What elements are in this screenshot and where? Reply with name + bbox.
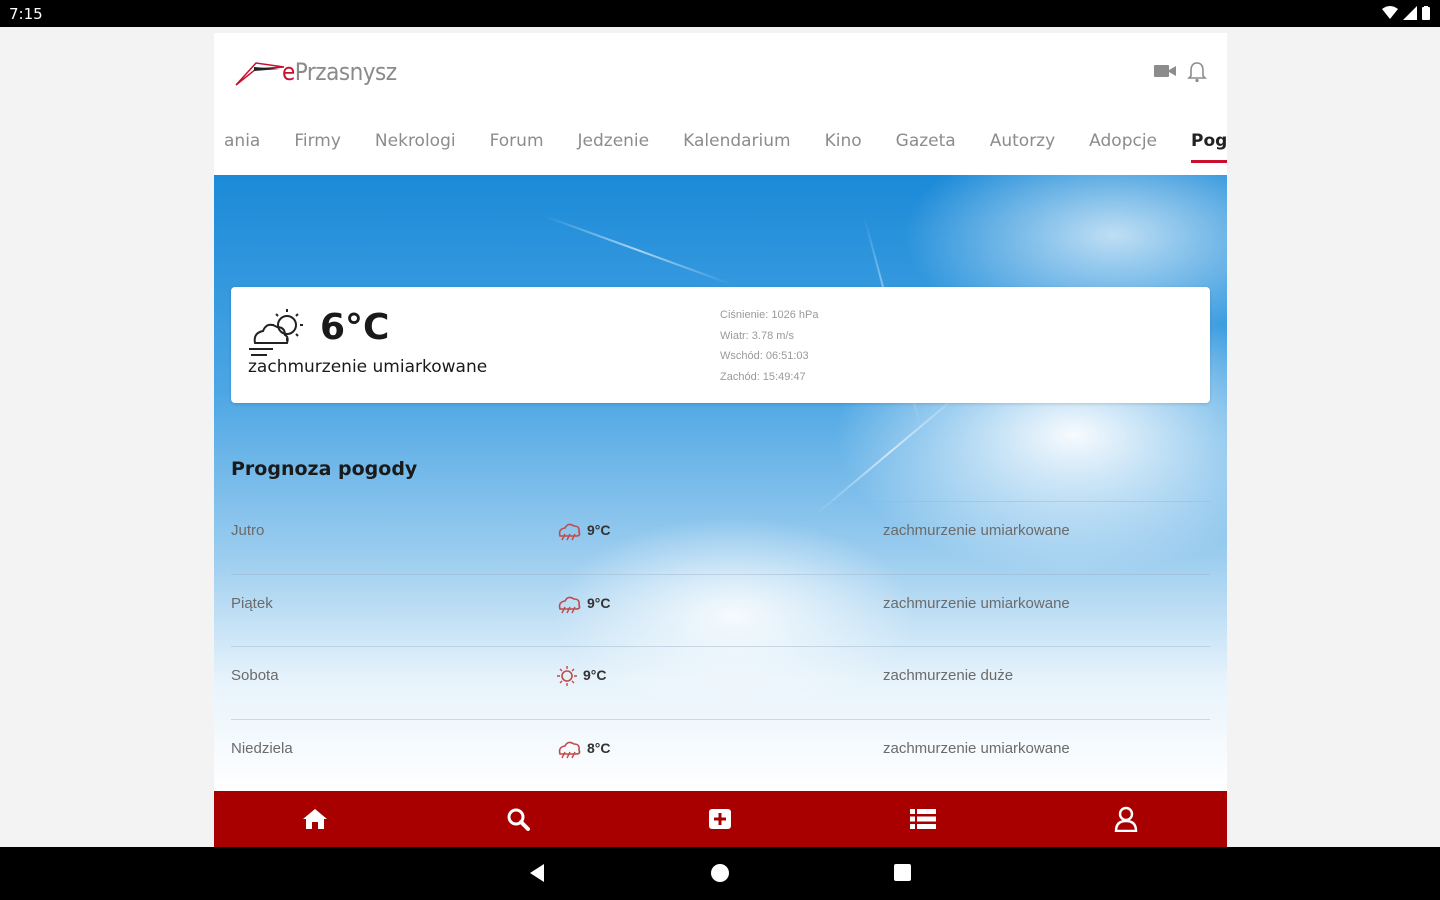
- signal-icon: [1403, 6, 1417, 20]
- tab-autorzy[interactable]: Autorzy: [973, 121, 1072, 163]
- forecast-desc: zachmurzenie duże: [883, 667, 1014, 684]
- status-bar: 7:15: [0, 0, 1440, 27]
- forecast-temp: 8°C: [587, 739, 611, 756]
- rain-cloud-icon: [558, 523, 581, 541]
- nav-add-button[interactable]: [619, 791, 822, 847]
- forecast-temp: 9°C: [587, 594, 611, 611]
- sun-ray: [543, 215, 733, 286]
- app-window: ePrzasnysz ania Firmy Nekrologi Forum Je…: [214, 33, 1227, 791]
- category-tabs: ania Firmy Nekrologi Forum Jedzenie Kale…: [214, 121, 1227, 175]
- tab-pogoda[interactable]: Pogoda: [1174, 121, 1227, 163]
- sun-ray: [813, 386, 968, 517]
- add-icon: [709, 809, 732, 829]
- forecast-title: Prognoza pogody: [231, 458, 418, 480]
- forecast-temp: 9°C: [583, 667, 607, 683]
- sunset-text: Zachód: 15:49:47: [720, 370, 806, 383]
- tab-kino[interactable]: Kino: [808, 121, 879, 163]
- home-circle-icon[interactable]: [710, 863, 730, 883]
- search-icon: [507, 808, 530, 831]
- recents-icon[interactable]: [893, 863, 912, 882]
- tab-forum[interactable]: Forum: [473, 121, 561, 163]
- tab-ania[interactable]: ania: [224, 121, 277, 163]
- sunrise-text: Wschód: 06:51:03: [720, 350, 809, 362]
- back-icon[interactable]: [528, 863, 546, 883]
- tab-nekrologi[interactable]: Nekrologi: [358, 121, 473, 163]
- status-icons: [1382, 6, 1430, 20]
- battery-icon: [1422, 6, 1430, 20]
- system-navigation-bar: [0, 847, 1440, 900]
- rain-cloud-icon: [558, 741, 581, 758]
- forecast-row: Jutro 9°C zachmurzenie umiarkowane: [231, 501, 1210, 574]
- pressure-text: Ciśnienie: 1026 hPa: [720, 309, 819, 321]
- app-header: ePrzasnysz: [214, 33, 1227, 113]
- forecast-day: Sobota: [231, 667, 279, 684]
- rain-cloud-icon: [558, 596, 581, 613]
- nav-search-button[interactable]: [417, 791, 620, 847]
- forecast-row: Niedziela 8°C zachmurzenie umiarkowane: [231, 718, 1210, 792]
- forecast-row: Piątek 9°C zachmurzenie umiarkowane: [231, 573, 1210, 647]
- tab-jedzenie[interactable]: Jedzenie: [561, 121, 667, 163]
- forecast-list: Jutro 9°C zachmurzenie umiarkowane Piąte…: [231, 501, 1210, 791]
- tab-firmy[interactable]: Firmy: [277, 121, 358, 163]
- nav-user-button[interactable]: [1024, 791, 1227, 847]
- weather-background: 6°C zachmurzenie umiarkowane Ciśnienie: …: [214, 175, 1227, 791]
- wind-text: Wiatr: 3.78 m/s: [720, 329, 794, 342]
- current-temperature: 6°C: [320, 307, 390, 348]
- status-time: 7:15: [9, 5, 43, 23]
- home-icon: [303, 809, 328, 829]
- tab-adopcje[interactable]: Adopcje: [1072, 121, 1174, 163]
- list-icon: [910, 809, 937, 829]
- forecast-desc: zachmurzenie umiarkowane: [883, 594, 1070, 612]
- forecast-temp: 9°C: [587, 522, 611, 538]
- nav-home-button[interactable]: [214, 791, 417, 847]
- user-icon: [1114, 806, 1137, 832]
- header-actions: [1153, 61, 1207, 83]
- forecast-day: Piątek: [231, 594, 273, 612]
- forecast-desc: zachmurzenie umiarkowane: [883, 522, 1070, 539]
- bottom-navigation: [214, 791, 1227, 847]
- logo-plane-icon: [235, 62, 285, 86]
- weather-details: Ciśnienie: 1026 hPa Wiatr: 3.78 m/s Wsch…: [720, 305, 818, 387]
- sun-cloud-wind-icon: [249, 309, 303, 356]
- forecast-day: Jutro: [231, 522, 265, 539]
- bell-icon[interactable]: [1187, 61, 1207, 83]
- logo[interactable]: ePrzasnysz: [234, 55, 397, 89]
- forecast-desc: zachmurzenie umiarkowane: [883, 739, 1070, 757]
- logo-text: ePrzasnysz: [282, 58, 397, 86]
- video-camera-icon[interactable]: [1153, 61, 1177, 81]
- tab-gazeta[interactable]: Gazeta: [879, 121, 973, 163]
- current-weather-card: 6°C zachmurzenie umiarkowane Ciśnienie: …: [231, 287, 1210, 403]
- forecast-day: Niedziela: [231, 739, 293, 757]
- sun-cloud-icon: [557, 666, 577, 686]
- tab-kalendarium[interactable]: Kalendarium: [666, 121, 807, 163]
- forecast-row: Sobota 9°C zachmurzenie duże: [231, 646, 1210, 719]
- wifi-icon: [1382, 6, 1398, 19]
- current-description: zachmurzenie umiarkowane: [248, 357, 488, 377]
- nav-list-button[interactable]: [822, 791, 1025, 847]
